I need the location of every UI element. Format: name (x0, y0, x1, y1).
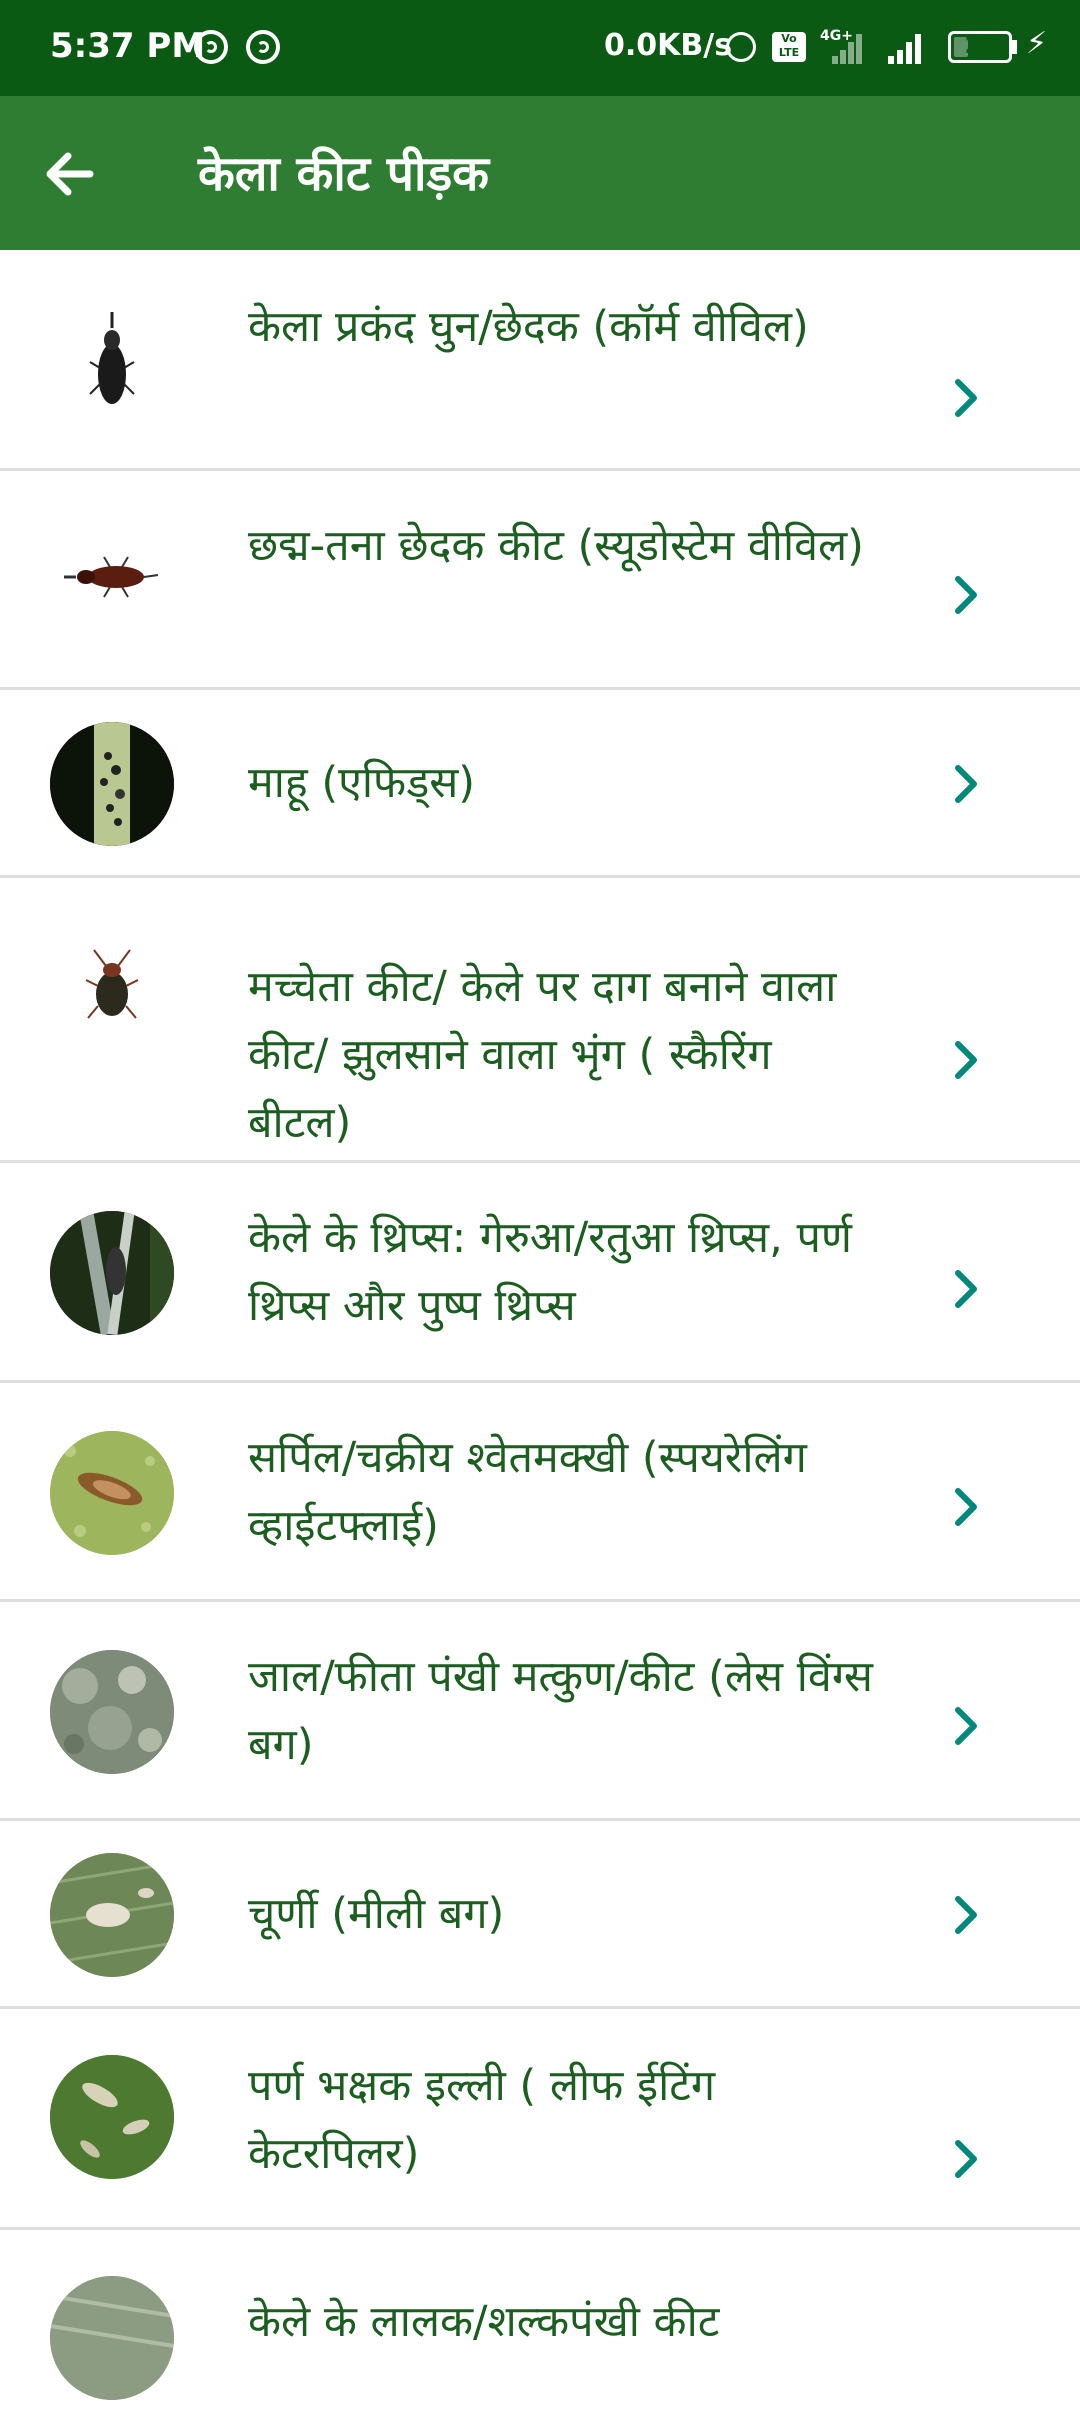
thumb (50, 2055, 174, 2179)
chevron-right-icon (944, 762, 988, 806)
thrips-image (50, 1211, 174, 1335)
thumb (50, 1431, 174, 1555)
pest-label: सर्पिल/चक्रीय श्वेतमक्खी (स्पयरेलिंग व्ह… (248, 1433, 807, 1551)
list-item[interactable]: चूर्णी (मीली बग) (0, 1821, 1080, 2009)
list-item[interactable]: मच्चेता कीट/ केले पर दाग बनाने वाला कीट/… (0, 878, 1080, 1163)
notification-icon (194, 30, 228, 64)
list-item[interactable]: छद्म-तना छेदक कीट (स्यूडोस्टेम वीविल) (0, 471, 1080, 690)
page-title: केला कीट पीड़क (198, 146, 489, 202)
back-button[interactable] (40, 134, 120, 214)
signal-icon (888, 30, 932, 64)
status-bar: 5:37 PM 0.0KB/s Vo LTE 4G+ 27 ⚡ (0, 0, 1080, 96)
thumb (50, 298, 174, 422)
pest-label: चूर्णी (मीली बग) (248, 1889, 505, 1939)
scarring-beetle-image (85, 949, 139, 1019)
signal-icon (822, 30, 866, 64)
pest-label: केले के थ्रिप्स: गेरुआ/रतुआ थ्रिप्स, पर्… (248, 1213, 852, 1331)
pest-label: केला प्रकंद घुन/छेदक (कॉर्म वीविल) (248, 302, 809, 352)
list-item[interactable]: केला प्रकंद घुन/छेदक (कॉर्म वीविल) (0, 250, 1080, 471)
thumb (50, 1650, 174, 1774)
thumb (50, 1211, 174, 1335)
pest-label: माहू (एफिड्स) (248, 758, 476, 808)
chevron-right-icon (944, 2137, 988, 2181)
leaf-eating-caterpillar-image (50, 2055, 174, 2179)
corm-weevil-image (89, 312, 135, 404)
chevron-right-icon (944, 376, 988, 420)
pest-label: पर्ण भक्षक इल्ली ( लीफ ईटिंग केटरपिलर) (248, 2061, 716, 2179)
pseudostem-weevil-image (64, 556, 159, 598)
thumb (50, 930, 174, 1054)
thumb (50, 519, 174, 643)
whitefly-image (50, 1431, 174, 1555)
scale-insect-image (50, 2276, 174, 2400)
status-time: 5:37 PM (50, 26, 206, 66)
thumb (50, 722, 174, 846)
pest-list: केला प्रकंद घुन/छेदक (कॉर्म वीविल) छद्म-… (0, 250, 1080, 2410)
list-item[interactable]: केले के थ्रिप्स: गेरुआ/रतुआ थ्रिप्स, पर्… (0, 1163, 1080, 1383)
alarm-icon (726, 32, 756, 62)
list-item[interactable]: माहू (एफिड्स) (0, 690, 1080, 878)
thumb (50, 2276, 174, 2400)
volte-icon: Vo LTE (772, 32, 806, 62)
list-item[interactable]: जाल/फीता पंखी मत्कुण/कीट (लेस विंग्स बग) (0, 1602, 1080, 1821)
mealybug-image (50, 1853, 174, 1977)
battery-level: 27 (964, 34, 996, 59)
network-speed: 0.0KB/s (604, 28, 733, 63)
app-bar: केला कीट पीड़क (0, 96, 1080, 250)
lace-wing-bug-image (50, 1650, 174, 1774)
chevron-right-icon (944, 1038, 988, 1082)
chevron-right-icon (944, 1485, 988, 1529)
arrow-left-icon (46, 152, 94, 196)
chevron-right-icon (944, 1893, 988, 1937)
chevron-right-icon (944, 573, 988, 617)
list-item[interactable]: सर्पिल/चक्रीय श्वेतमक्खी (स्पयरेलिंग व्ह… (0, 1383, 1080, 1602)
notification-icon (246, 30, 280, 64)
thumb (50, 1853, 174, 1977)
battery-tip (1012, 40, 1017, 54)
battery-icon: 27 (948, 31, 1012, 63)
list-item[interactable]: केले के लालक/शल्कपंखी कीट (0, 2230, 1080, 2410)
pest-label: केले के लालक/शल्कपंखी कीट (248, 2297, 720, 2347)
pest-label: छद्म-तना छेदक कीट (स्यूडोस्टेम वीविल) (248, 521, 864, 571)
list-item[interactable]: पर्ण भक्षक इल्ली ( लीफ ईटिंग केटरपिलर) (0, 2009, 1080, 2230)
chevron-right-icon (944, 1704, 988, 1748)
chevron-right-icon (944, 1267, 988, 1311)
charging-icon: ⚡ (1026, 26, 1048, 61)
pest-label: मच्चेता कीट/ केले पर दाग बनाने वाला कीट/… (248, 962, 837, 1148)
aphids-image (50, 722, 174, 846)
pest-label: जाल/फीता पंखी मत्कुण/कीट (लेस विंग्स बग) (248, 1652, 873, 1770)
